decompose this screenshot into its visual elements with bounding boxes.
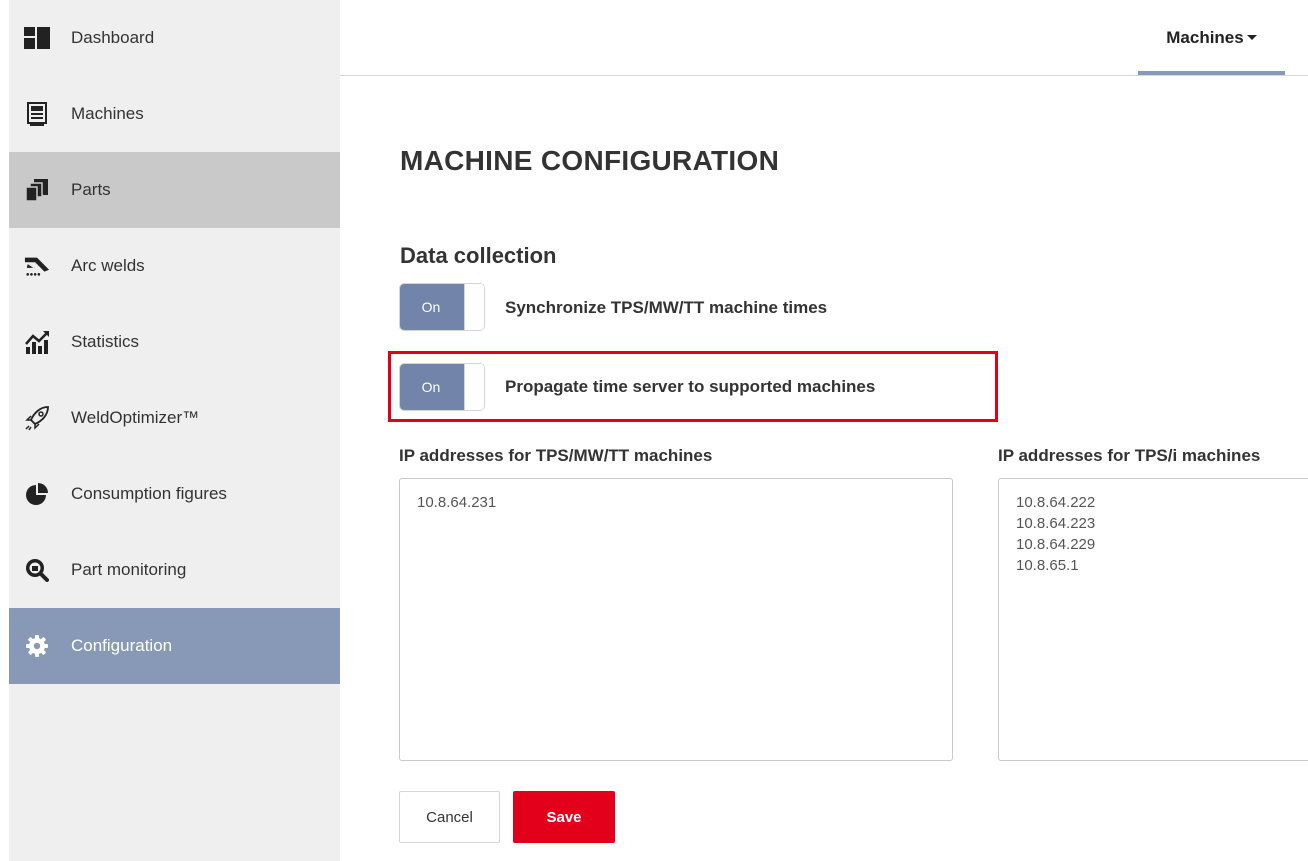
magnifier-icon	[24, 557, 50, 583]
tps-i-ip-textarea[interactable]: 10.8.64.222 10.8.64.223 10.8.64.229 10.8…	[998, 478, 1308, 761]
sidebar-item-label: Dashboard	[71, 28, 155, 47]
active-menu-indicator	[1138, 71, 1285, 75]
sidebar-item-arc-welds[interactable]: Arc welds	[9, 228, 340, 304]
sidebar-item-label: Consumption figures	[71, 484, 227, 503]
dashboard-icon	[24, 25, 50, 51]
sidebar: Dashboard Machines Parts Arc welds Stati…	[9, 0, 340, 861]
sidebar-item-parts[interactable]: Parts	[9, 152, 340, 228]
ip-address-line: 10.8.64.231	[417, 494, 497, 511]
sidebar-item-statistics[interactable]: Statistics	[9, 304, 340, 380]
sidebar-item-label: Machines	[71, 104, 144, 123]
ip-address-line: 10.8.64.229	[1016, 536, 1096, 553]
toggle-handle	[464, 284, 484, 330]
sidebar-item-weldoptimizer[interactable]: WeldOptimizer™	[9, 380, 340, 456]
parts-icon	[24, 177, 50, 203]
pie-chart-icon	[24, 481, 50, 507]
sync-times-label: Synchronize TPS/MW/TT machine times	[505, 298, 828, 317]
save-button[interactable]: Save	[513, 791, 615, 843]
sidebar-item-label: Parts	[71, 180, 111, 199]
highlight-annotation	[388, 351, 998, 422]
sidebar-item-label: Configuration	[71, 636, 173, 655]
cancel-button[interactable]: Cancel	[399, 791, 500, 843]
machines-dropdown-label: Machines	[1166, 27, 1244, 47]
ip-address-line: 10.8.64.222	[1016, 494, 1096, 511]
sidebar-item-label: WeldOptimizer™	[71, 408, 200, 427]
statistics-icon	[24, 329, 50, 355]
rocket-icon	[24, 405, 50, 431]
sidebar-item-part-monitoring[interactable]: Part monitoring	[9, 532, 340, 608]
gear-icon	[24, 633, 50, 659]
sync-times-toggle[interactable]: On	[399, 283, 485, 331]
tps-mw-tt-ip-label: IP addresses for TPS/MW/TT machines	[399, 446, 713, 465]
header-divider	[340, 75, 1308, 76]
page-title: MACHINE CONFIGURATION	[400, 145, 780, 176]
sidebar-item-machines[interactable]: Machines	[9, 76, 340, 152]
sidebar-item-label: Arc welds	[71, 256, 145, 275]
ip-address-line: 10.8.65.1	[1016, 557, 1079, 574]
machines-dropdown[interactable]: Machines	[1138, 0, 1285, 75]
sidebar-item-consumption-figures[interactable]: Consumption figures	[9, 456, 340, 532]
tps-mw-tt-ip-textarea[interactable]: 10.8.64.231	[399, 478, 953, 761]
sidebar-item-label: Statistics	[71, 332, 140, 351]
machine-icon	[24, 101, 50, 127]
tps-i-ip-label: IP addresses for TPS/i machines	[998, 446, 1261, 465]
ip-address-line: 10.8.64.223	[1016, 515, 1096, 532]
toggle-on-label: On	[400, 284, 464, 330]
section-title: Data collection	[400, 243, 557, 268]
sidebar-item-dashboard[interactable]: Dashboard	[9, 0, 340, 76]
caret-down-icon	[1246, 35, 1257, 40]
sidebar-item-configuration[interactable]: Configuration	[9, 608, 340, 684]
sidebar-item-label: Part monitoring	[71, 560, 187, 579]
arc-weld-icon	[24, 253, 50, 279]
